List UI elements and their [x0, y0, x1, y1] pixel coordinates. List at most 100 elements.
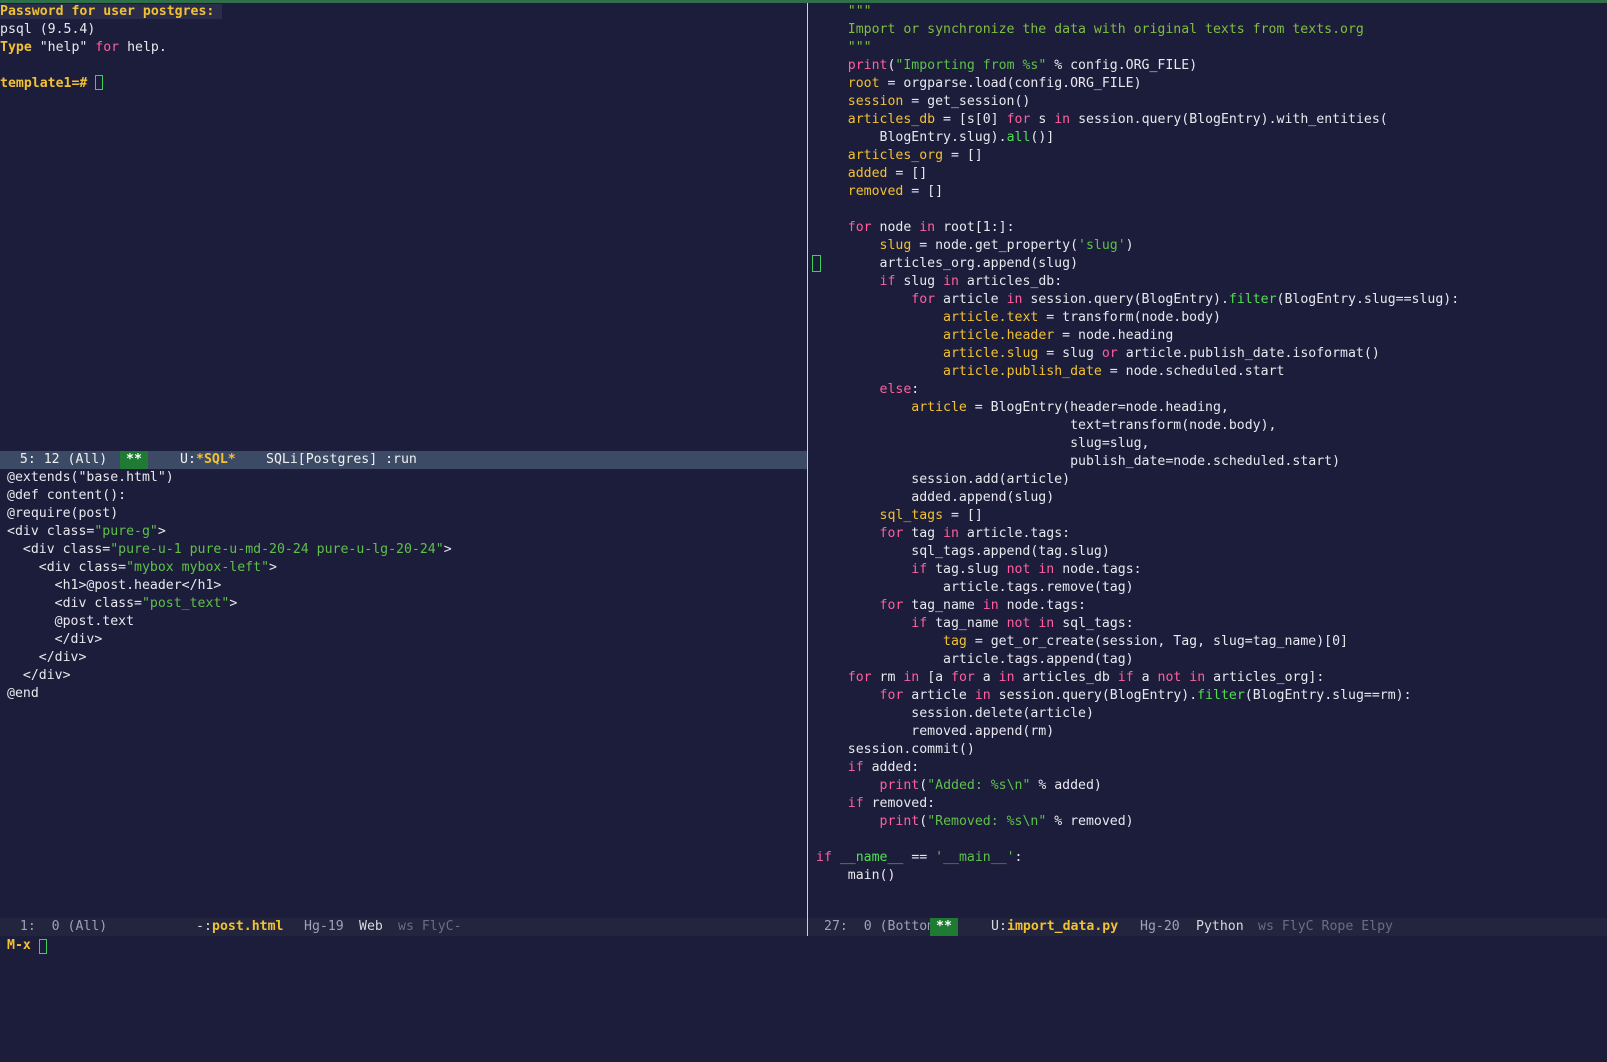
minibuffer-cursor — [39, 939, 47, 954]
html-editor-pane[interactable]: @extends("base.html") @def content(): @req… — [0, 469, 807, 918]
code-line: article.header = node.heading — [943, 328, 1174, 343]
modeline-minor-modes[interactable]: ws FlyC Rope Elpy — [1258, 918, 1393, 936]
code-line: @require(post) — [7, 506, 119, 521]
code-line: <h1>@post.header</h1> — [7, 578, 222, 593]
code-line: for rm in [a for a in articles_db if a n… — [847, 670, 1325, 685]
modeline-vc[interactable]: Hg-19 — [304, 918, 344, 936]
code-line: removed = [] — [847, 184, 944, 199]
code-line: article = BlogEntry(header=node.heading, — [911, 400, 1229, 415]
code-line: slug = node.get_property('slug') — [879, 238, 1134, 253]
sql-line: Password for user postgres: — [0, 3, 807, 21]
code-line: if tag_name not in sql_tags: — [911, 616, 1134, 631]
code-line: @post.text — [7, 614, 135, 629]
code-line: if added: — [847, 760, 920, 775]
code-line: for article in session.query(BlogEntry).… — [879, 688, 1412, 703]
sql-version: psql (9.5.4) — [0, 22, 96, 37]
modeline-buffer-prefix: U: — [180, 452, 196, 467]
code-line: sql_tags = [] — [879, 508, 983, 523]
modeline-position: 1: 0 (All) — [4, 919, 108, 934]
code-line: sql_tags.append(tag.slug) — [816, 544, 1110, 559]
code-line: added.append(slug) — [816, 490, 1055, 505]
code-line: article.text = transform(node.body) — [943, 310, 1221, 325]
code-line: @end — [7, 686, 39, 701]
code-line: session.add(article) — [816, 472, 1071, 487]
code-line: <div class="pure-g"> — [7, 524, 166, 539]
password-prompt: Password for user postgres: — [0, 4, 215, 19]
code-line: added = [] — [847, 166, 928, 181]
code-line: Import or synchronize the data with orig… — [816, 22, 1364, 37]
modeline-vc[interactable]: Hg-20 — [1140, 918, 1180, 936]
modeline-buffer-name[interactable]: import_data.py — [1007, 918, 1118, 936]
modified-indicator: ** — [930, 918, 958, 936]
code-line: for node in root[1:]: — [847, 220, 1015, 235]
modeline-sql[interactable]: 5: 12 (All) ** U: *SQL* SQLi[Postgres] :… — [0, 451, 807, 469]
code-line: if slug in articles_db: — [879, 274, 1063, 289]
code-line: slug=slug, — [816, 436, 1150, 451]
modeline-minor-modes[interactable]: ws FlyC- — [398, 918, 462, 936]
code-line: """ — [816, 40, 872, 55]
sql-line: Type "help" for help. — [0, 40, 167, 55]
code-line: session.delete(article) — [816, 706, 1094, 721]
code-line: articles_db = [s[0] for s in session.que… — [847, 112, 1388, 127]
code-line: publish_date=node.scheduled.start) — [816, 454, 1341, 469]
modeline-buffer-name[interactable]: *SQL* — [196, 451, 236, 469]
code-line: else: — [879, 382, 920, 397]
code-line: BlogEntry.slug).all()] — [816, 130, 1055, 145]
code-line: </div> — [7, 668, 71, 683]
minibuffer[interactable]: M-x — [0, 937, 1607, 957]
fringe-cursor-box — [812, 255, 821, 272]
code-line: text=transform(node.body), — [816, 418, 1277, 433]
code-line: for article in session.query(BlogEntry).… — [911, 292, 1460, 307]
code-line: @extends("base.html") — [7, 470, 174, 485]
modeline-major-mode[interactable]: Python — [1196, 918, 1244, 936]
code-line: root = orgparse.load(config.ORG_FILE) — [847, 76, 1142, 91]
code-line: </div> — [7, 632, 103, 647]
code-line: session.commit() — [816, 742, 975, 757]
code-line: if removed: — [847, 796, 936, 811]
modeline-buffer-prefix: U: — [991, 919, 1007, 934]
code-line: print("Importing from %s" % config.ORG_F… — [847, 58, 1198, 73]
mx-prompt: M-x — [7, 938, 31, 953]
modeline-buffer-name[interactable]: post.html — [212, 918, 283, 936]
code-line: articles_org = [] — [847, 148, 983, 163]
code-line: print("Removed: %s\n" % removed) — [879, 814, 1134, 829]
sql-shell-output[interactable]: Password for user postgres: psql (9.5.4)… — [0, 3, 807, 93]
code-line: main() — [816, 868, 896, 883]
code-line: tag = get_or_create(session, Tag, slug=t… — [943, 634, 1348, 649]
python-code-area[interactable]: """ Import or synchronize the data with … — [808, 3, 1607, 885]
code-line: article.slug = slug or article.publish_d… — [943, 346, 1380, 361]
modeline-major-mode[interactable]: SQLi[Postgres] :run — [266, 451, 417, 469]
sql-prompt-line: template1=# — [0, 75, 807, 93]
code-line: </div> — [7, 650, 87, 665]
text-cursor — [95, 75, 104, 90]
code-line: for tag_name in node.tags: — [879, 598, 1086, 613]
code-line: if tag.slug not in node.tags: — [911, 562, 1142, 577]
sql-prompt: template1=# — [0, 76, 88, 91]
modeline-position: 5: 12 (All) — [4, 452, 108, 467]
modeline-html[interactable]: 1: 0 (All) -: post.html Hg-19 Web ws Fly… — [0, 918, 807, 936]
code-line: article.publish_date = node.scheduled.st… — [943, 364, 1285, 379]
modeline-buffer-prefix: -: — [196, 919, 212, 934]
code-line: for tag in article.tags: — [879, 526, 1071, 541]
code-line: print("Added: %s\n" % added) — [879, 778, 1102, 793]
code-line: """ — [816, 4, 872, 19]
code-line: session = get_session() — [847, 94, 1031, 109]
sql-shell-pane[interactable]: Password for user postgres: psql (9.5.4)… — [0, 3, 807, 450]
code-line: <div class="pure-u-1 pure-u-md-20-24 pur… — [7, 542, 452, 557]
code-line: article.tags.remove(tag) — [816, 580, 1134, 595]
code-line: <div class="mybox mybox-left"> — [7, 560, 277, 575]
code-line: if __name__ == '__main__': — [816, 850, 1023, 865]
python-editor-pane[interactable]: """ Import or synchronize the data with … — [808, 3, 1607, 918]
code-line: articles_org.append(slug) — [816, 256, 1079, 271]
modeline-major-mode[interactable]: Web — [359, 918, 383, 936]
modeline-python[interactable]: 27: 0 (Bottom) ** U: import_data.py Hg-2… — [808, 918, 1607, 936]
modified-indicator: ** — [120, 451, 148, 469]
code-line: article.tags.append(tag) — [816, 652, 1134, 667]
html-code-area[interactable]: @extends("base.html") @def content(): @req… — [0, 469, 807, 703]
code-line: @def content(): — [7, 488, 127, 503]
code-line: removed.append(rm) — [816, 724, 1055, 739]
modeline-position: 27: 0 (Bottom) — [824, 919, 944, 934]
code-line: <div class="post_text"> — [7, 596, 238, 611]
